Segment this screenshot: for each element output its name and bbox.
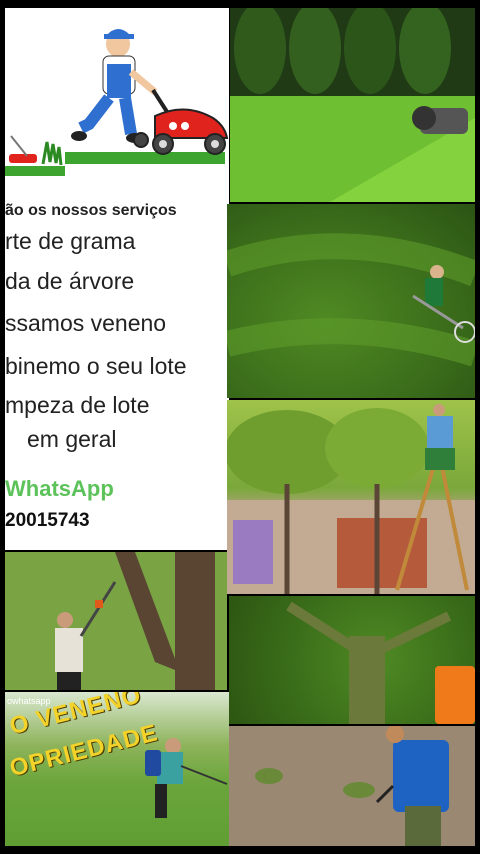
hedge-trimming-photo — [227, 400, 475, 594]
backpack-sprayer-photo — [229, 726, 475, 846]
phone-number[interactable]: 20015743 — [5, 510, 90, 532]
service-item: ssamos veneno — [5, 310, 167, 336]
trees-and-lawn-image — [230, 8, 475, 202]
hedge-and-ladder-image — [227, 404, 475, 594]
service-item: mpeza de lote — [5, 392, 150, 418]
services-panel: ão os nossos serviços rte de grama da de… — [5, 8, 229, 550]
lawn-mower-photo — [230, 8, 475, 202]
grass-trimming-image — [227, 233, 475, 367]
service-item: binemo o seu lote — [5, 353, 187, 379]
service-item: da de árvore — [5, 268, 135, 294]
pruning-worker-image — [5, 552, 227, 690]
tree-crown-photo — [229, 596, 475, 724]
tree-pruning-photo — [5, 552, 227, 690]
lawnmower-man-illustration — [5, 29, 229, 176]
trimmer-worker-photo — [227, 204, 475, 398]
backpack-sprayer-image — [229, 726, 475, 846]
service-item: rte de grama — [5, 228, 136, 254]
whatsapp-label: WhatsApp — [5, 476, 114, 501]
poison-spraying-photo: owhatsapp O VENENO OPRIEDADE — [5, 692, 229, 846]
service-item: em geral — [27, 426, 117, 452]
services-heading: ão os nossos serviços — [5, 202, 177, 219]
tree-branches-image — [286, 601, 475, 724]
